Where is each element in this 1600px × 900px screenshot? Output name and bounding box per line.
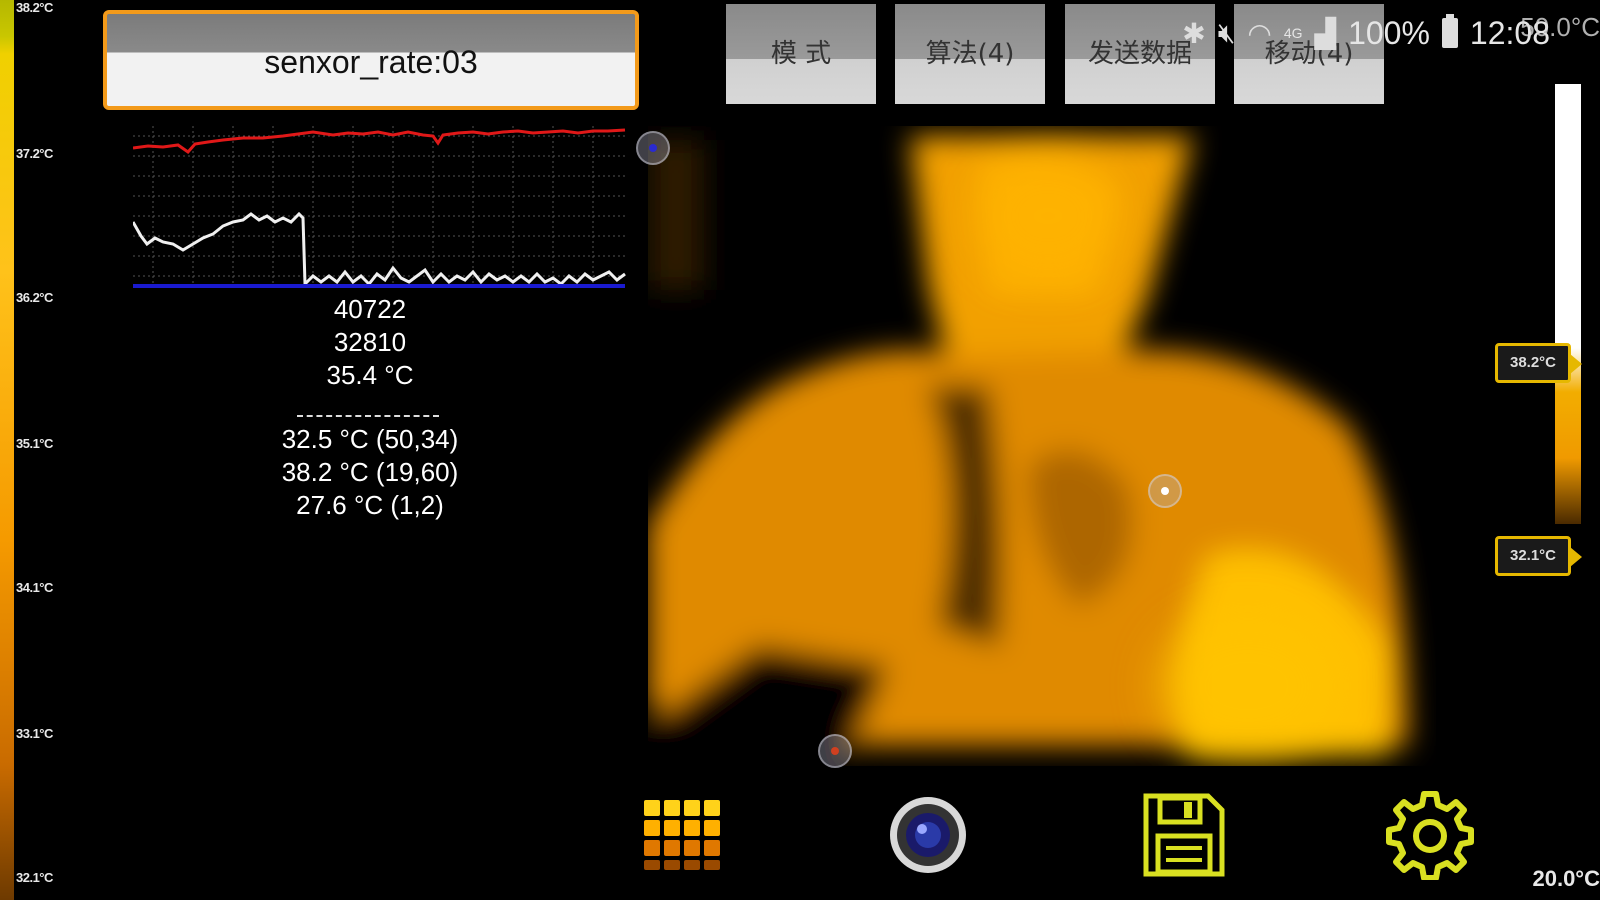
chart-grid (133, 126, 625, 286)
mode-button[interactable]: 模 式 (726, 4, 876, 104)
spot-marker-max[interactable] (636, 131, 670, 165)
algorithm-button[interactable]: 算法(4) (895, 4, 1045, 104)
spot-marker-center[interactable] (1148, 474, 1182, 508)
network-type: 4G (1283, 25, 1303, 41)
thermal-camera-view[interactable] (648, 126, 1436, 766)
max-scale-temp: 50.0°C (1520, 12, 1600, 42)
mute-icon: 🔇︎ (1217, 16, 1236, 48)
bluetooth-icon: ✱ (1182, 17, 1206, 49)
left-color-scale (0, 0, 14, 900)
max-temp-series (133, 128, 626, 155)
readout-min-temp: 27.6 °C (1,2) (296, 490, 444, 520)
max-temp-tag[interactable]: 38.2°C (1495, 343, 1582, 383)
scale-label: 37.2°C (16, 146, 53, 161)
battery-icon (1441, 14, 1458, 48)
scale-label: 34.1°C (16, 580, 53, 595)
sensor-rate-box[interactable]: senxor_rate:03 (103, 10, 639, 110)
readout-spot-temp: 38.2 °C (19,60) (281, 457, 459, 487)
scale-label: 33.1°C (16, 726, 53, 741)
temperature-history-chart (133, 126, 626, 288)
min-scale-temp: 20.0°C (1532, 866, 1600, 891)
gear-icon[interactable] (1385, 790, 1475, 880)
marker-dot (1161, 487, 1169, 495)
scale-label: 36.2°C (16, 290, 53, 305)
spot-marker-min[interactable] (818, 734, 852, 768)
marker-dot (649, 144, 657, 152)
wifi-icon: ◠ (1247, 17, 1272, 49)
scale-label: 35.1°C (16, 436, 53, 451)
sensor-rate-text: senxor_rate:03 (264, 44, 478, 80)
readout-center-temp: 35.4 °C (326, 360, 414, 390)
battery-percent: 100% (1348, 14, 1430, 51)
palette-grid-icon[interactable] (636, 790, 726, 880)
avg-temp-series (133, 211, 626, 288)
save-icon[interactable] (1138, 790, 1228, 880)
readout-raw-2: 32810 (333, 327, 407, 357)
signal-icon: ▟ (1314, 17, 1337, 49)
scale-label-bottom: 32.1°C (16, 870, 53, 885)
camera-icon[interactable] (883, 790, 973, 880)
right-color-scale (1555, 84, 1581, 524)
scale-label-top: 38.2°C (16, 0, 53, 15)
readout-divider (297, 415, 439, 417)
min-temp-tag[interactable]: 32.1°C (1495, 536, 1582, 576)
readout-raw-1: 40722 (333, 294, 407, 324)
readout-max-temp: 32.5 °C (50,34) (281, 424, 459, 454)
marker-dot (831, 747, 839, 755)
